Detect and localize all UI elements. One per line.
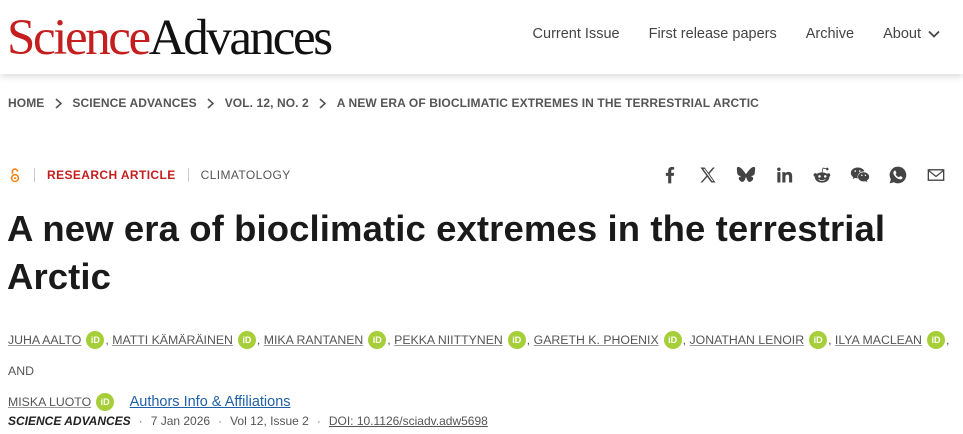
article-meta: RESEARCH ARTICLE CLIMATOLOGY [8,166,291,184]
author-list: JUHA AALTO iD, MATTI KÄMÄRÄINEN iD, MIKA R… [8,325,953,418]
open-access-icon [8,166,22,184]
orcid-icon[interactable]: iD [86,330,105,349]
breadcrumb-home[interactable]: HOME [8,96,44,110]
facebook-icon[interactable] [651,162,689,188]
author-name[interactable]: MISKA LUOTO [8,395,91,409]
nav-about[interactable]: About [883,26,941,42]
nav-about-label: About [883,26,921,42]
divider [34,168,35,182]
breadcrumb-bar: HOME SCIENCE ADVANCES VOL. 12, NO. 2 A N… [0,74,963,132]
author-name[interactable]: MIKA RANTANEN [264,333,364,347]
citation-line: SCIENCE ADVANCES · 7 Jan 2026 · Vol 12, … [8,414,488,428]
separator-dot: · [138,414,143,428]
author-separator: , [256,333,261,347]
logo-science-text: Science [7,10,151,66]
author-separator: , [526,333,531,347]
article-title: A new era of bioclimatic extremes in the… [7,208,886,297]
author-separator: , [387,333,391,347]
orcid-icon[interactable]: iD [926,330,945,349]
breadcrumb-current-article: A NEW ERA OF BIOCLIMATIC EXTREMES IN THE… [336,96,759,110]
author-name[interactable]: JUHA AALTO [8,333,81,347]
science-advances-logo[interactable]: ScienceAdvances [7,10,333,66]
breadcrumb-journal[interactable]: SCIENCE ADVANCES [72,96,196,110]
chevron-right-icon [44,97,72,109]
orcid-icon[interactable]: iD [368,330,387,349]
author-name[interactable]: GARETH K. PHOENIX [534,333,659,347]
subject-label[interactable]: CLIMATOLOGY [201,168,291,182]
orcid-icon[interactable]: iD [809,330,828,349]
article-type-label: RESEARCH ARTICLE [47,168,176,182]
chevron-right-icon [309,97,337,109]
authors-affiliations-link[interactable]: Authors Info & Affiliations [130,394,291,410]
breadcrumb-issue[interactable]: VOL. 12, NO. 2 [225,96,309,110]
orcid-icon[interactable]: iD [507,330,526,349]
whatsapp-icon[interactable] [879,162,917,188]
nav-current-issue[interactable]: Current Issue [533,26,620,42]
author-name[interactable]: MATTI KÄMÄRÄINEN [112,333,233,347]
bluesky-icon[interactable] [727,162,765,188]
x-twitter-icon[interactable] [689,162,727,188]
nav-first-release-papers[interactable]: First release papers [649,26,777,42]
separator-dot: · [218,414,223,428]
orcid-icon[interactable]: iD [663,330,682,349]
separator-dot: · [316,414,321,428]
author-separator: , [828,333,832,347]
author-name[interactable]: ILYA MACLEAN [835,333,922,347]
doi-link[interactable]: DOI: 10.1126/sciadv.adw5698 [329,414,488,428]
chevron-right-icon [197,97,225,109]
share-bar [651,162,955,188]
publication-date: 7 Jan 2026 [150,414,211,428]
site-header: ScienceAdvances Current Issue First rele… [0,0,963,74]
divider [187,168,189,182]
linkedin-icon[interactable] [765,162,803,188]
logo-advances-text: Advances [148,10,333,66]
author-name[interactable]: JONATHAN LENOIR [690,333,805,347]
email-icon[interactable] [917,162,955,188]
orcid-icon[interactable]: iD [96,392,115,411]
breadcrumb: HOME SCIENCE ADVANCES VOL. 12, NO. 2 A N… [8,96,759,110]
volume-issue[interactable]: Vol 12, Issue 2 [230,414,309,428]
wechat-icon[interactable] [841,162,879,188]
orcid-icon[interactable]: iD [237,330,256,349]
chevron-down-icon [928,30,940,38]
author-name[interactable]: PEKKA NIITTYNEN [394,333,503,347]
journal-name: SCIENCE ADVANCES [8,414,131,428]
author-separator: , [105,333,109,347]
nav-archive[interactable]: Archive [806,26,854,42]
main-nav: Current Issue First release papers Archi… [533,26,941,42]
reddit-icon[interactable] [803,162,841,188]
author-separator: , [682,333,687,347]
